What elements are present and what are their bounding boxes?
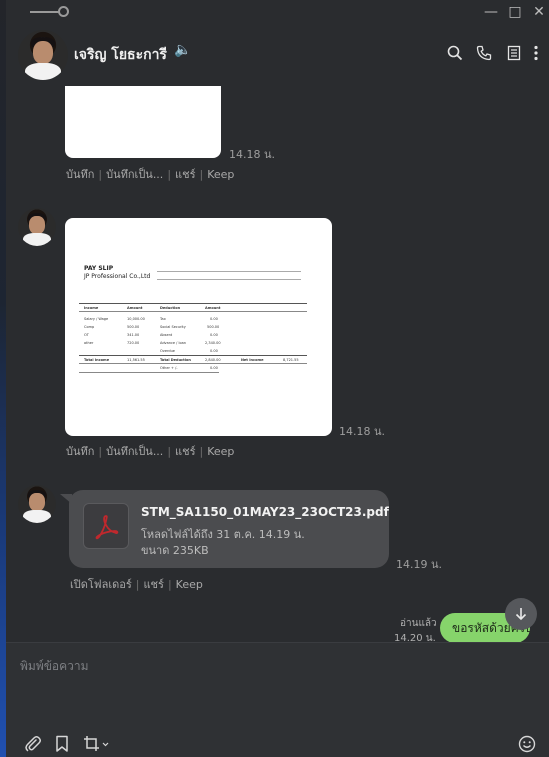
save-as-link[interactable]: บันทึกเป็น... — [106, 445, 163, 458]
arrow-down-icon — [515, 608, 527, 621]
payslip-net-income-label: Net Income — [241, 358, 264, 362]
message-time-1: 14.18 น. — [229, 148, 276, 161]
payslip-cell: Advance / loan — [160, 341, 186, 345]
sender-avatar[interactable] — [18, 208, 56, 246]
share-link[interactable]: แชร์ — [175, 445, 195, 458]
payslip-cell: 341.00 — [127, 333, 140, 337]
emoji-icon[interactable] — [516, 733, 538, 755]
payslip-total-income-label: Total Income — [84, 358, 110, 362]
keep-link[interactable]: Keep — [207, 445, 234, 458]
search-icon[interactable] — [444, 42, 466, 64]
payslip-cell: Social Security — [160, 325, 186, 329]
payslip-other-value: 0.00 — [210, 366, 218, 370]
payslip-cell: Salary / Wage — [84, 317, 109, 321]
payslip-cell: Overdue — [160, 349, 175, 353]
payslip-cell: 10,000.00 — [127, 317, 145, 321]
pdf-file-icon — [83, 503, 129, 549]
keep-link[interactable]: Keep — [207, 168, 234, 181]
bookmark-icon[interactable] — [51, 733, 73, 755]
share-link[interactable]: แชร์ — [175, 168, 195, 181]
payslip-col-amount-2: Amount — [205, 306, 221, 310]
payslip-col-deduction: Deduction — [160, 306, 181, 310]
message-composer: พิมพ์ข้อความ — [6, 642, 549, 757]
payslip-cell: 500.00 — [127, 325, 140, 329]
payslip-col-amount: Amount — [127, 306, 143, 310]
file-message[interactable]: STM_SA1150_01MAY23_23OCT23.pdf โหลดไฟล์ไ… — [69, 490, 389, 568]
payslip-cell: 0.00 — [210, 317, 218, 321]
read-receipt: อ่านแล้ว — [400, 618, 437, 629]
payslip-total-deduction: 2,840.00 — [205, 358, 221, 362]
payslip-cell: other — [84, 341, 94, 345]
chat-header: เจริญ โยธะการี 🔈 — [6, 24, 549, 86]
payslip-cell: OT — [84, 333, 89, 337]
payslip-col-income: Income — [84, 306, 99, 310]
message-input[interactable]: พิมพ์ข้อความ — [20, 657, 89, 676]
save-link[interactable]: บันทึก — [66, 168, 94, 181]
notes-icon[interactable] — [503, 42, 525, 64]
window-titlebar: — □ ✕ — [6, 0, 549, 24]
close-button[interactable]: ✕ — [530, 3, 548, 21]
payslip-total-income: 11,561.55 — [127, 358, 145, 362]
payslip-cell: 500.00 — [207, 325, 220, 329]
payslip-cell: Tax — [160, 317, 166, 321]
scroll-down-button[interactable] — [505, 598, 537, 630]
file-actions: เปิดโฟลเดอร์ | แชร์ | Keep — [70, 578, 203, 591]
minimize-button[interactable]: — — [482, 3, 500, 21]
payslip-cell: 0.00 — [210, 349, 218, 353]
image-message-payslip[interactable]: PAY SLIP JP Professional Co.,Ltd Income … — [65, 218, 332, 436]
payslip-total-deduction-label: Total Deduction — [160, 358, 191, 362]
payslip-cell: 720.00 — [127, 341, 140, 345]
speaker-icon: 🔈 — [174, 42, 192, 58]
save-link[interactable]: บันทึก — [66, 445, 94, 458]
payslip-title: PAY SLIP — [84, 265, 114, 272]
attach-file-icon[interactable] — [22, 733, 44, 755]
maximize-button[interactable]: □ — [506, 3, 524, 21]
phone-call-icon[interactable] — [473, 42, 495, 64]
open-folder-link[interactable]: เปิดโฟลเดอร์ — [70, 578, 132, 591]
payslip-cell: Absent — [160, 333, 173, 337]
payslip-other-label: Other + /- — [160, 366, 178, 370]
screenshot-crop-icon[interactable] — [82, 733, 112, 755]
window-opacity-slider-knob[interactable] — [58, 6, 69, 17]
file-name: STM_SA1150_01MAY23_23OCT23.pdf — [141, 505, 389, 519]
payslip-cell: 2,340.00 — [205, 341, 221, 345]
file-size-text: ขนาด 235KB — [141, 544, 209, 557]
image-actions-2: บันทึก | บันทึกเป็น... | แชร์ | Keep — [66, 445, 235, 458]
more-options-icon[interactable] — [529, 42, 543, 64]
message-time-2: 14.18 น. — [339, 425, 386, 438]
payslip-cell: Comp — [84, 325, 95, 329]
save-as-link[interactable]: บันทึกเป็น... — [106, 168, 163, 181]
payslip-net-income: 8,721.55 — [283, 358, 299, 362]
image-actions-1: บันทึก | บันทึกเป็น... | แชร์ | Keep — [66, 168, 235, 181]
keep-link[interactable]: Keep — [176, 578, 203, 591]
contact-name[interactable]: เจริญ โยธะการี — [74, 44, 167, 66]
share-link[interactable]: แชร์ — [143, 578, 163, 591]
sender-avatar[interactable] — [18, 485, 56, 523]
image-message-1[interactable] — [65, 86, 221, 158]
message-time-3: 14.19 น. — [396, 558, 443, 571]
payslip-company: JP Professional Co.,Ltd — [84, 273, 151, 280]
contact-avatar[interactable] — [18, 30, 68, 80]
payslip-cell: 0.00 — [210, 333, 218, 337]
